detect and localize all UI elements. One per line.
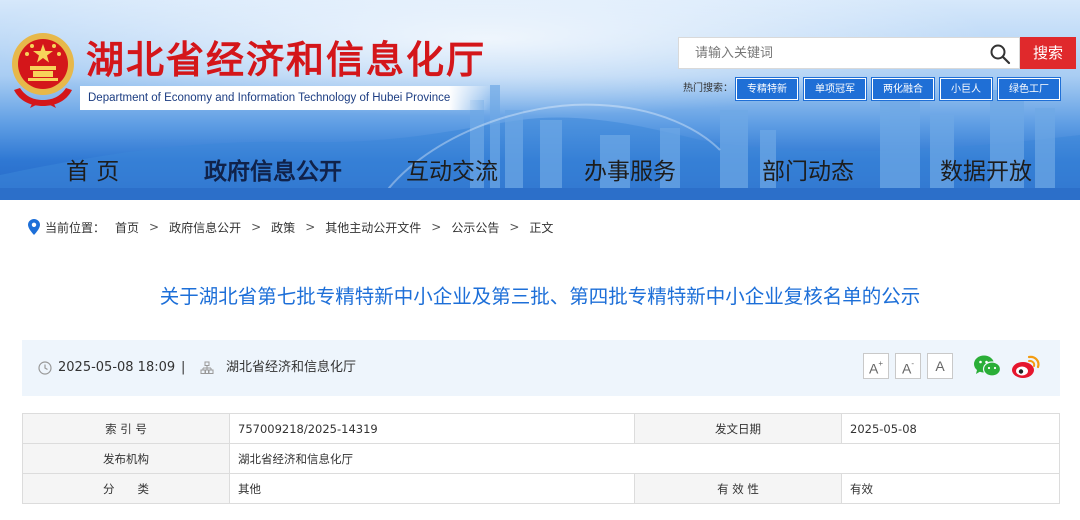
document-info-table: 索 引 号 757009218/2025-14319 发文日期 2025-05-… bbox=[22, 413, 1060, 504]
breadcrumb-link-other-files[interactable]: 其他主动公开文件 bbox=[325, 219, 421, 236]
breadcrumb-link-gov-info[interactable]: 政府信息公开 bbox=[169, 219, 241, 236]
validity-value: 有效 bbox=[841, 473, 1060, 504]
breadcrumb-label: 当前位置： bbox=[45, 220, 106, 235]
article-meta-bar: 2025-05-08 18:09 | 湖北省经济和信息化厅 A+ A- A bbox=[22, 340, 1060, 396]
search-button[interactable]: 搜索 bbox=[1020, 37, 1076, 69]
breadcrumb-current: 正文 bbox=[529, 220, 554, 235]
main-content: 当前位置： 首页 > 政府信息公开 > 政策 > 其他主动公开文件 > 公示公告… bbox=[0, 200, 1080, 520]
search-box bbox=[678, 37, 1020, 69]
national-emblem-icon bbox=[12, 33, 74, 108]
weibo-share-icon[interactable] bbox=[1011, 354, 1041, 380]
index-number-label: 索 引 号 bbox=[22, 413, 230, 444]
table-row: 分 类 其他 有 效 性 有效 bbox=[22, 473, 1060, 504]
font-size-increase-button[interactable]: A+ bbox=[863, 353, 889, 379]
wechat-share-icon[interactable] bbox=[973, 354, 1001, 378]
main-nav: 首 页 政府信息公开 互动交流 办事服务 部门动态 数据开放 bbox=[0, 150, 1080, 194]
publish-source: 湖北省经济和信息化厅 bbox=[226, 360, 357, 375]
organization-icon bbox=[200, 361, 214, 374]
font-size-reset-button[interactable]: A bbox=[927, 353, 953, 379]
hot-tag[interactable]: 小巨人 bbox=[940, 78, 992, 100]
search-input[interactable] bbox=[679, 38, 979, 68]
breadcrumb-separator: > bbox=[149, 220, 160, 234]
breadcrumb: 当前位置： 首页 > 政府信息公开 > 政策 > 其他主动公开文件 > 公示公告… bbox=[28, 218, 553, 236]
nav-item-gov-info[interactable]: 政府信息公开 bbox=[204, 150, 342, 194]
nav-item-interaction[interactable]: 互动交流 bbox=[406, 150, 498, 194]
issue-date-label: 发文日期 bbox=[634, 413, 842, 444]
location-pin-icon bbox=[28, 219, 40, 235]
hot-tag[interactable]: 专精特新 bbox=[736, 78, 798, 100]
font-decrease-sup: - bbox=[911, 359, 914, 368]
validity-label: 有 效 性 bbox=[634, 473, 842, 504]
publish-date: 2025-05-08 18:09 bbox=[58, 360, 176, 375]
breadcrumb-link-announcements[interactable]: 公示公告 bbox=[451, 219, 499, 236]
breadcrumb-separator: > bbox=[251, 220, 262, 234]
category-value: 其他 bbox=[229, 473, 635, 504]
breadcrumb-separator: > bbox=[509, 220, 520, 234]
breadcrumb-separator: > bbox=[431, 220, 442, 234]
font-size-decrease-button[interactable]: A- bbox=[895, 353, 921, 379]
publisher-label: 发布机构 bbox=[22, 443, 230, 474]
breadcrumb-link-home[interactable]: 首页 bbox=[115, 219, 139, 236]
article-title: 关于湖北省第七批专精特新中小企业及第三批、第四批专精特新中小企业复核名单的公示 bbox=[159, 285, 921, 308]
meta-divider: | bbox=[181, 360, 186, 375]
category-label: 分 类 bbox=[22, 473, 230, 504]
breadcrumb-link-policy[interactable]: 政策 bbox=[271, 219, 295, 236]
hot-search-tags: 专精特新 单项冠军 两化融合 小巨人 绿色工厂 bbox=[736, 78, 1060, 100]
search-icon[interactable] bbox=[989, 43, 1011, 65]
hot-tag[interactable]: 两化融合 bbox=[872, 78, 934, 100]
table-row: 索 引 号 757009218/2025-14319 发文日期 2025-05-… bbox=[22, 413, 1060, 444]
nav-item-open-data[interactable]: 数据开放 bbox=[940, 150, 1032, 194]
table-row: 发布机构 湖北省经济和信息化厅 bbox=[22, 443, 1060, 474]
site-subtitle: Department of Economy and Information Te… bbox=[80, 86, 490, 110]
site-title: 湖北省经济和信息化厅 bbox=[86, 38, 487, 82]
font-increase-sup: + bbox=[878, 359, 883, 368]
font-increase-glyph: A bbox=[868, 360, 879, 377]
breadcrumb-separator: > bbox=[305, 220, 316, 234]
publisher-value: 湖北省经济和信息化厅 bbox=[229, 443, 1060, 474]
hot-tag[interactable]: 单项冠军 bbox=[804, 78, 866, 100]
clock-icon bbox=[38, 361, 52, 375]
issue-date-value: 2025-05-08 bbox=[841, 413, 1060, 444]
hot-search-label: 热门搜索： bbox=[683, 83, 733, 94]
nav-item-home[interactable]: 首 页 bbox=[66, 150, 119, 194]
font-decrease-glyph: A bbox=[901, 360, 912, 377]
nav-item-department-news[interactable]: 部门动态 bbox=[762, 150, 854, 194]
index-number-value: 757009218/2025-14319 bbox=[229, 413, 635, 444]
site-header: 湖北省经济和信息化厅 Department of Economy and Inf… bbox=[0, 0, 1080, 200]
hot-tag[interactable]: 绿色工厂 bbox=[998, 78, 1060, 100]
nav-item-services[interactable]: 办事服务 bbox=[584, 150, 676, 194]
